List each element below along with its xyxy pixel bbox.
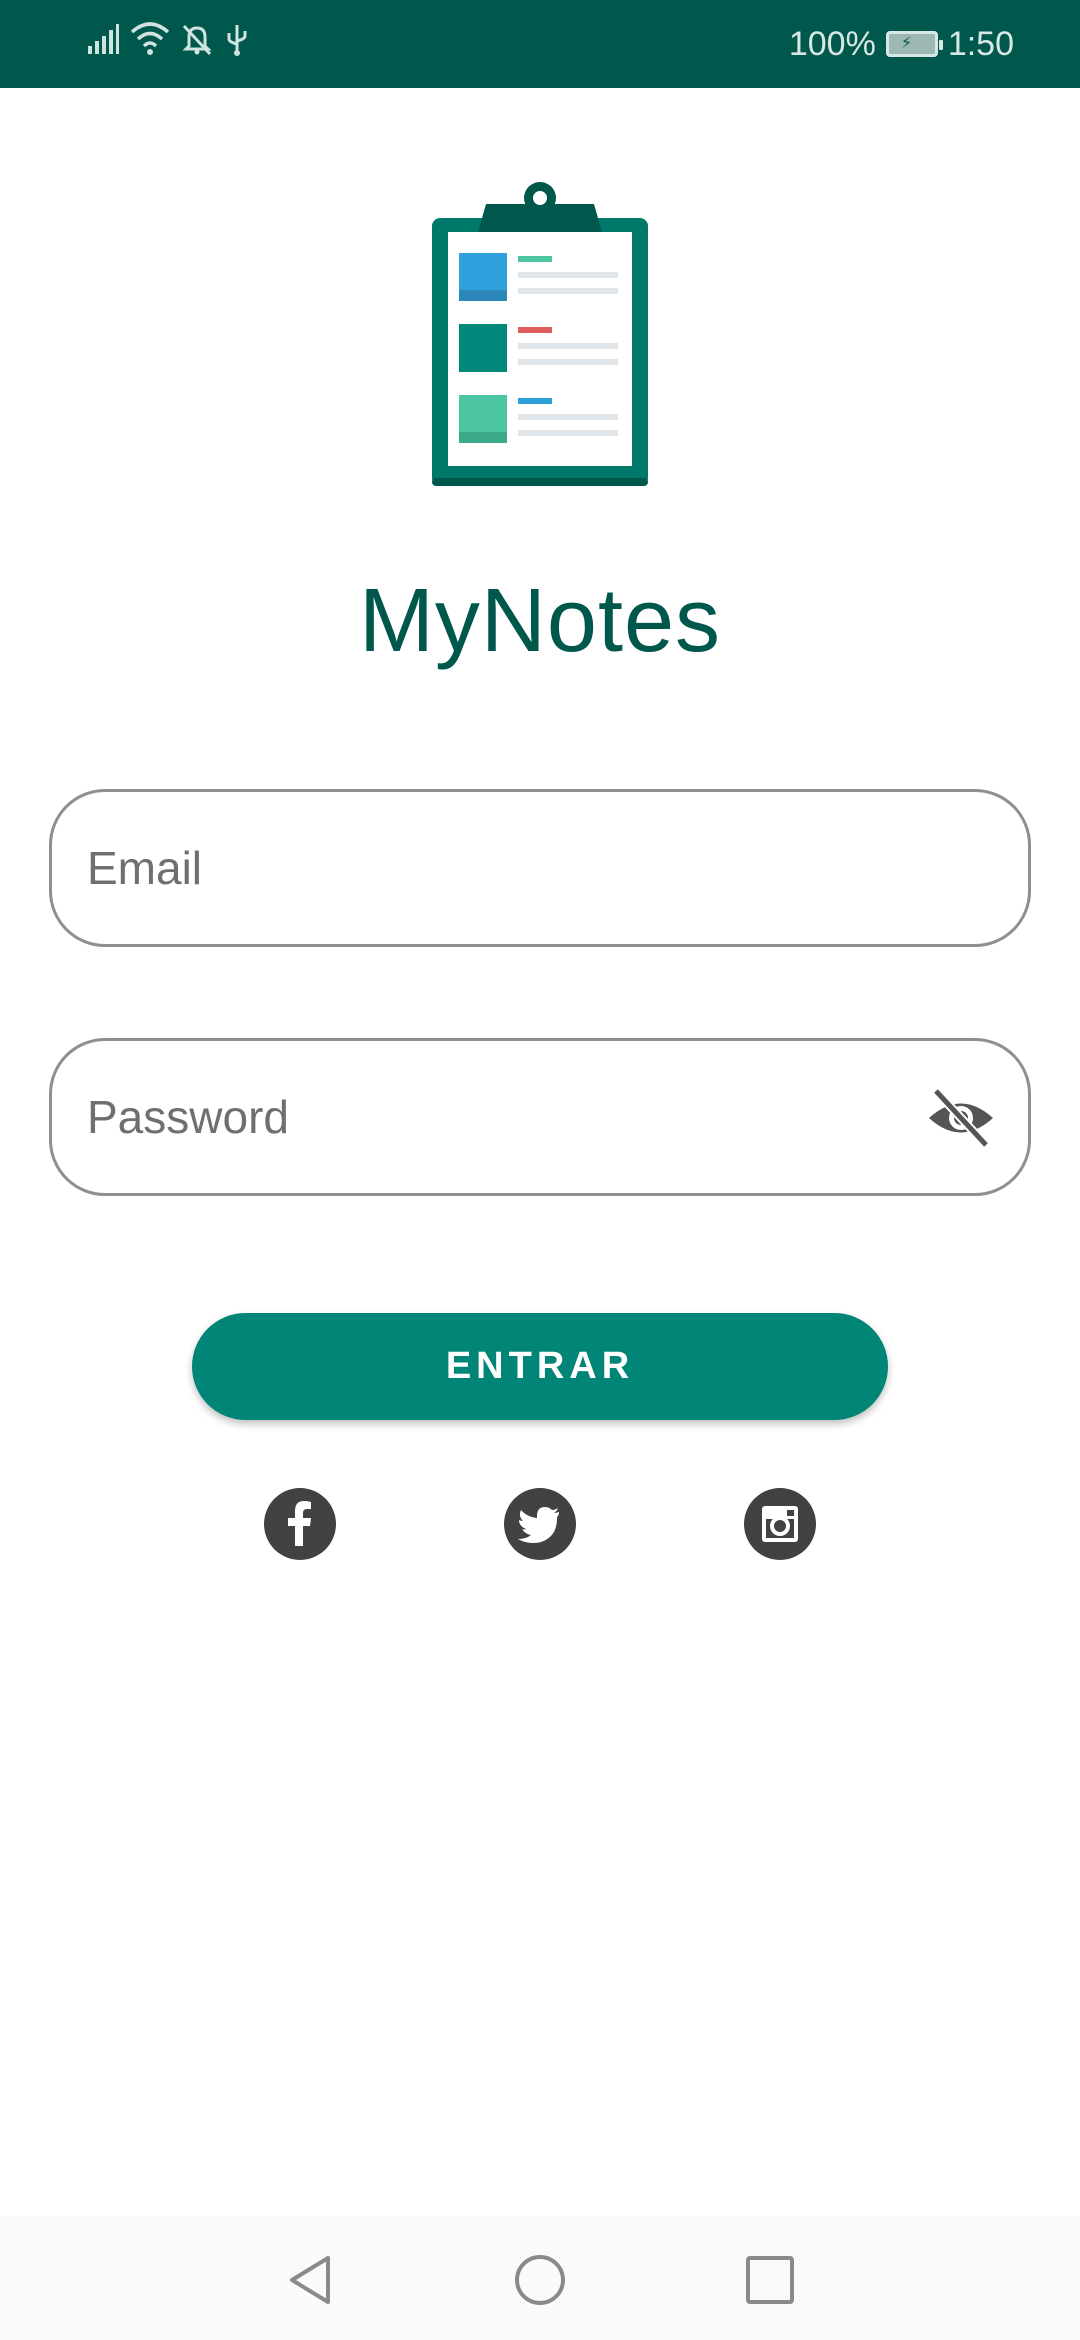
status-icons-left: [86, 22, 250, 56]
signal-icon: [88, 24, 119, 54]
home-icon[interactable]: [510, 2250, 570, 2310]
password-field-container[interactable]: [49, 1038, 1031, 1196]
facebook-icon[interactable]: [264, 1488, 336, 1560]
usb-icon: [227, 25, 247, 56]
password-input[interactable]: [85, 1076, 909, 1158]
app-title: MyNotes: [358, 571, 722, 671]
clipboard-notes-icon: [432, 182, 648, 486]
email-input[interactable]: [85, 827, 909, 909]
battery-charging-icon: ⚡: [885, 31, 943, 57]
navigation-bar: [0, 2216, 1080, 2340]
wifi-icon: [130, 22, 170, 55]
eye-off-icon[interactable]: [926, 1087, 996, 1149]
battery-percent: 100%: [788, 24, 876, 63]
status-time: 1:50: [947, 24, 1014, 63]
email-field-container[interactable]: [49, 789, 1031, 947]
back-icon[interactable]: [280, 2250, 340, 2310]
instagram-icon[interactable]: [744, 1488, 816, 1560]
status-bar: 100% ⚡ 1:50: [0, 0, 1080, 88]
status-right: 100% ⚡ 1:50: [789, 0, 1014, 88]
bell-off-icon: [182, 24, 212, 56]
login-button[interactable]: ENTRAR: [192, 1313, 888, 1420]
recents-icon[interactable]: [740, 2250, 800, 2310]
twitter-icon[interactable]: [504, 1488, 576, 1560]
